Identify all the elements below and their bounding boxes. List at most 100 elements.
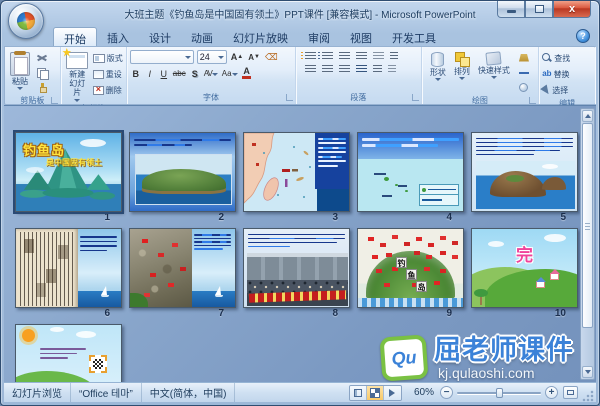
character-spacing-button[interactable]: AV: [203, 67, 219, 80]
align-left-button[interactable]: [305, 65, 317, 74]
find-icon: [542, 53, 552, 63]
slide-thumbnail-9[interactable]: 钓 鱼 岛: [357, 228, 464, 308]
resize-grip[interactable]: [582, 389, 594, 402]
slide-thumbnail-8[interactable]: [243, 228, 350, 308]
sky-panel: [76, 229, 121, 307]
numbering-button[interactable]: [318, 52, 334, 61]
font-size-combo[interactable]: 24: [196, 50, 227, 64]
cut-button[interactable]: [34, 51, 50, 64]
watermark-url: kj.qulaoshi.com: [438, 364, 535, 381]
arrange-button[interactable]: 排列: [452, 50, 472, 94]
tab-design[interactable]: 设计: [139, 27, 181, 46]
align-center-button[interactable]: [322, 65, 334, 74]
zoom-out-button[interactable]: −: [440, 386, 453, 399]
fit-to-window-button[interactable]: [563, 386, 578, 399]
slideshow-view-button[interactable]: [383, 385, 401, 400]
protest-photo: [247, 253, 348, 306]
reset-button[interactable]: 重设: [92, 67, 123, 81]
dialog-launcher-icon[interactable]: [50, 97, 58, 104]
smartart-button[interactable]: [388, 65, 397, 74]
quick-styles-button[interactable]: 快速样式: [476, 50, 512, 94]
dialog-launcher-icon[interactable]: [529, 97, 537, 104]
slide-thumbnail-2[interactable]: [129, 132, 236, 212]
slide-thumbnail-6[interactable]: [15, 228, 122, 308]
align-right-button[interactable]: [339, 65, 351, 74]
bullets-button[interactable]: [301, 52, 317, 61]
shape-outline-button[interactable]: [516, 66, 532, 79]
underline-button[interactable]: U: [158, 67, 170, 80]
shapes-button[interactable]: 形状: [428, 50, 448, 94]
dropdown-caret-icon: [17, 87, 23, 91]
islets: [384, 177, 389, 181]
tab-insert[interactable]: 插入: [97, 27, 139, 46]
slide-sorter-view-button[interactable]: [366, 385, 384, 400]
tab-slideshow[interactable]: 幻灯片放映: [223, 27, 298, 46]
slider-thumb[interactable]: [496, 388, 503, 398]
replace-button[interactable]: ab 替换: [542, 67, 592, 81]
office-button[interactable]: [8, 3, 44, 39]
decrease-indent-button[interactable]: [339, 52, 351, 61]
zoom-in-button[interactable]: +: [545, 386, 558, 399]
scroll-up-button[interactable]: [582, 110, 593, 122]
slide-thumbnail-7[interactable]: [129, 228, 236, 308]
minimize-button[interactable]: [497, 1, 525, 18]
cloud: [542, 164, 558, 169]
decrease-font-button[interactable]: A ▼: [247, 51, 261, 64]
dialog-launcher-icon[interactable]: [286, 94, 294, 101]
format-painter-icon: [38, 82, 47, 93]
vertical-scrollbar[interactable]: [580, 108, 595, 380]
new-slide-icon: [62, 48, 89, 69]
slide-thumbnail-11[interactable]: [15, 324, 122, 382]
star-icon: [62, 48, 72, 57]
dialog-launcher-icon[interactable]: [411, 94, 419, 101]
clear-formatting-button[interactable]: ⌫: [264, 51, 279, 64]
help-icon[interactable]: ?: [576, 29, 590, 43]
find-button[interactable]: 查找: [542, 51, 592, 65]
change-case-button[interactable]: Aa: [221, 67, 239, 80]
normal-view-icon: [353, 388, 362, 397]
tab-review[interactable]: 审阅: [298, 27, 340, 46]
increase-indent-button[interactable]: [356, 52, 368, 61]
close-button[interactable]: x: [553, 1, 591, 18]
line-spacing-button[interactable]: [373, 52, 385, 61]
italic-button[interactable]: I: [144, 67, 156, 80]
font-color-button[interactable]: A: [241, 66, 253, 80]
tab-developer[interactable]: 开发工具: [382, 27, 446, 46]
slide-thumbnail-4[interactable]: [357, 132, 464, 212]
delete-button[interactable]: 删除: [92, 83, 123, 97]
slide-number: 4: [446, 212, 452, 223]
columns-button[interactable]: [373, 65, 383, 74]
sun: [22, 329, 35, 342]
justify-button[interactable]: [356, 65, 368, 74]
maximize-button[interactable]: [525, 1, 553, 18]
new-slide-button[interactable]: 新建幻灯片: [62, 48, 91, 102]
tab-view[interactable]: 视图: [340, 27, 382, 46]
sea: [190, 286, 235, 307]
format-painter-button[interactable]: [34, 81, 50, 94]
text-direction-button[interactable]: [390, 52, 399, 61]
copy-button[interactable]: [34, 66, 50, 80]
slide-thumbnail-1[interactable]: 钓鱼岛 是中国固有领土: [13, 130, 124, 214]
zoom-slider[interactable]: [457, 386, 541, 399]
increase-font-button[interactable]: A ▲: [230, 51, 244, 64]
shadow-button[interactable]: S: [189, 67, 201, 80]
tab-home[interactable]: 开始: [53, 27, 97, 46]
slide-thumbnail-10[interactable]: 完: [471, 228, 578, 308]
arrow-down-icon: [584, 370, 591, 374]
maximize-icon: [534, 5, 544, 13]
select-button[interactable]: 选择: [540, 83, 592, 97]
bold-button[interactable]: B: [130, 67, 142, 80]
scroll-down-button[interactable]: [582, 366, 593, 378]
slide-thumbnail-3[interactable]: [243, 132, 350, 212]
normal-view-button[interactable]: [349, 385, 367, 400]
paste-button[interactable]: 粘贴: [8, 50, 32, 94]
layout-button[interactable]: 版式: [92, 51, 123, 65]
strikethrough-button[interactable]: abc: [172, 67, 187, 80]
zoom-level[interactable]: 60%: [414, 387, 434, 398]
shape-effects-button[interactable]: [516, 81, 532, 94]
scrollbar-thumb[interactable]: [582, 123, 593, 328]
font-name-combo[interactable]: [129, 50, 194, 64]
tab-animations[interactable]: 动画: [181, 27, 223, 46]
slide-thumbnail-5[interactable]: [471, 132, 578, 212]
shape-fill-button[interactable]: [516, 51, 532, 64]
